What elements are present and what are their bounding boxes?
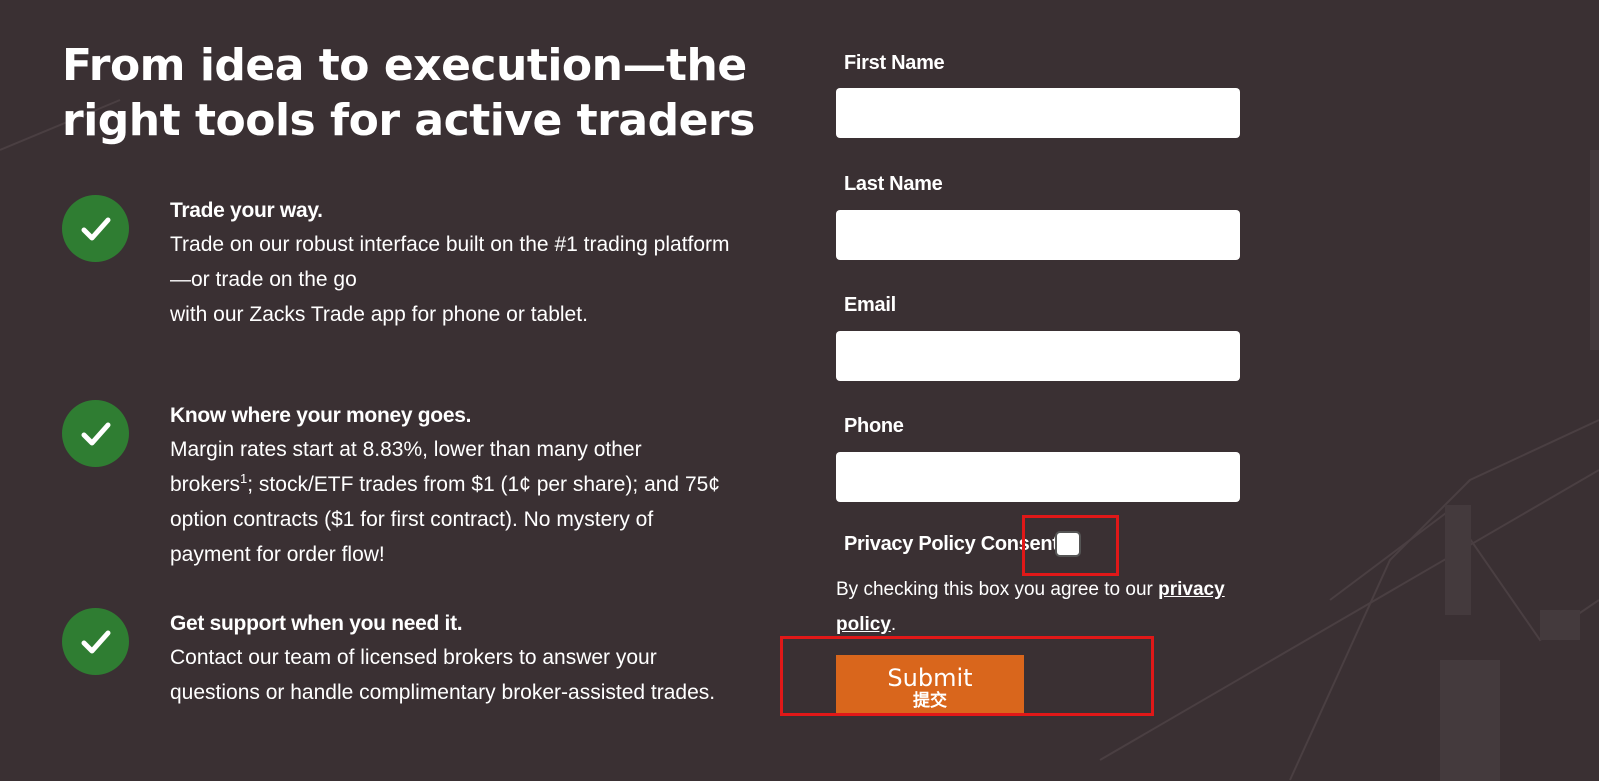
feature-body-text: ; stock/ETF trades from $1 (1¢ per share…: [170, 473, 720, 566]
feature-body: Contact our team of licensed brokers to …: [170, 646, 716, 704]
feature-text: Know where your money goes. Margin rates…: [170, 400, 730, 572]
email-label: Email: [844, 294, 896, 316]
consent-note-text: By checking this box you agree to our: [836, 579, 1159, 600]
last-name-field[interactable]: [836, 210, 1240, 260]
check-icon: [62, 195, 129, 262]
phone-label: Phone: [844, 415, 904, 437]
consent-note-end: .: [890, 614, 897, 635]
consent-note: By checking this box you agree to our pr…: [836, 572, 1256, 642]
first-name-field[interactable]: [836, 88, 1240, 138]
email-field[interactable]: [836, 331, 1240, 381]
consent-highlight-box: [1022, 515, 1119, 576]
phone-field[interactable]: [836, 452, 1240, 502]
feature-title: Trade your way.: [170, 199, 323, 222]
feature-title: Know where your money goes.: [170, 404, 472, 427]
check-icon: [62, 608, 129, 675]
feature-body: Margin rates start at 8.83%, lower than …: [170, 432, 730, 572]
feature-title: Get support when you need it.: [170, 612, 463, 635]
check-icon: [62, 400, 129, 467]
feature-line: Trade on our robust interface built on t…: [170, 233, 730, 291]
feature-text: Get support when you need it. Contact ou…: [170, 608, 730, 710]
feature-body: Trade on our robust interface built on t…: [170, 227, 730, 332]
submit-highlight-box: [780, 636, 1154, 716]
first-name-label: First Name: [844, 52, 945, 74]
feature-line: with our Zacks Trade app for phone or ta…: [170, 303, 588, 326]
page-title: From idea to execution—the right tools f…: [62, 40, 755, 146]
feature-text: Trade your way. Trade on our robust inte…: [170, 195, 730, 332]
last-name-label: Last Name: [844, 173, 943, 195]
